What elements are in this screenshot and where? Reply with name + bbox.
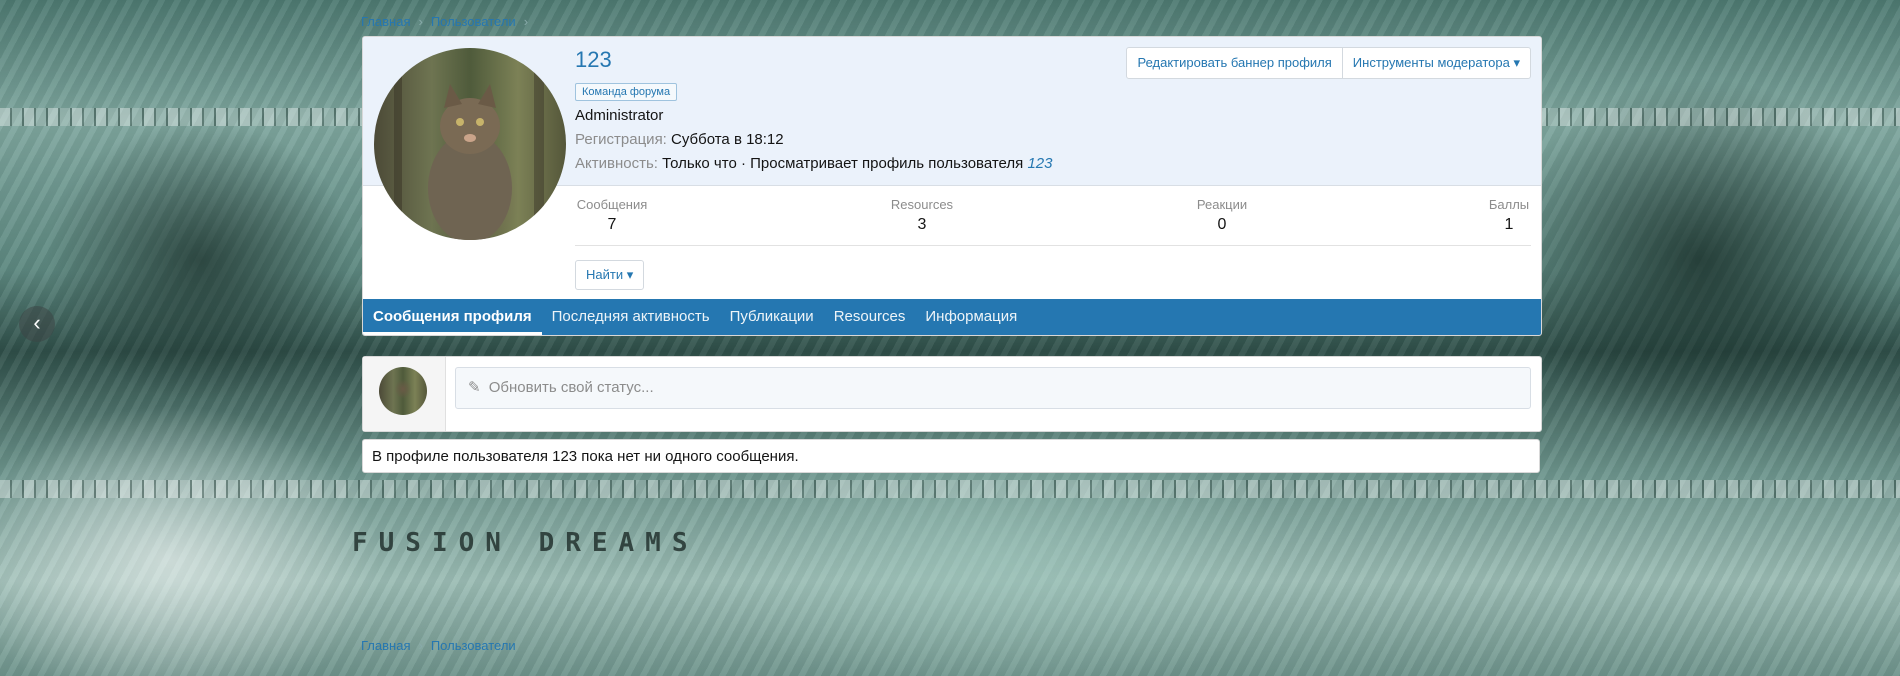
avatar-small[interactable] xyxy=(379,367,427,415)
caret-down-icon: ▾ xyxy=(626,267,634,282)
activity-link[interactable]: 123 xyxy=(1027,155,1052,172)
profile-page: { "breadcrumb": { "home": "Главная", "us… xyxy=(0,0,1900,676)
staff-badge: Команда форума xyxy=(575,83,678,101)
caret-down-icon: ▾ xyxy=(1513,55,1520,70)
breadcrumb-separator-icon: › xyxy=(523,14,529,29)
stat-resources[interactable]: Resources 3 xyxy=(890,197,954,234)
status-placeholder: Обновить свой статус... xyxy=(488,379,654,396)
find-button-label: Найти xyxy=(586,267,624,282)
profile-tabs: Сообщения профиля Последняя активность П… xyxy=(363,299,1541,335)
status-update-card: ✎ Обновить свой статус... xyxy=(362,356,1542,432)
stat-value: 7 xyxy=(607,216,617,233)
breadcrumb-separator-icon: › xyxy=(418,14,423,29)
profile-username[interactable]: 123 xyxy=(575,47,612,73)
breadcrumb-top: Главная › Пользователи › xyxy=(361,14,536,29)
activity-label: Активность: xyxy=(575,155,658,172)
tab-latest-activity[interactable]: Последняя активность xyxy=(542,299,720,335)
empty-message: В профиле пользователя 123 пока нет ни о… xyxy=(362,439,1540,473)
breadcrumb-separator-icon: › xyxy=(418,638,423,653)
stat-label: Resources xyxy=(890,197,954,212)
registration-value: Суббота в 18:12 xyxy=(671,131,784,148)
status-avatar-column xyxy=(363,357,446,431)
profile-card: 123 Команда форума Administrator Регистр… xyxy=(362,36,1542,336)
stat-points[interactable]: Баллы 1 xyxy=(1487,197,1531,234)
stat-messages[interactable]: Сообщения 7 xyxy=(575,197,649,234)
stat-value: 1 xyxy=(1504,216,1514,233)
find-button[interactable]: Найти ▾ xyxy=(575,260,645,290)
stat-value: 0 xyxy=(1217,216,1227,233)
profile-stats: Сообщения 7 Resources 3 Реакции 0 Баллы … xyxy=(575,197,1531,246)
stat-value: 3 xyxy=(917,216,927,233)
stat-label: Реакции xyxy=(1196,197,1248,212)
stat-reactions[interactable]: Реакции 0 xyxy=(1195,197,1249,234)
registration-line: Регистрация: Суббота в 18:12 xyxy=(575,131,784,148)
user-role: Administrator xyxy=(575,107,664,124)
stat-label: Баллы xyxy=(1488,197,1530,212)
registration-label: Регистрация: xyxy=(575,131,667,148)
pencil-icon: ✎ xyxy=(468,379,481,396)
breadcrumb-home[interactable]: Главная xyxy=(361,14,410,29)
activity-value: Только что · Просматривает профиль польз… xyxy=(662,155,1024,172)
activity-line: Активность: Только что · Просматривает п… xyxy=(575,155,1052,172)
status-input[interactable]: ✎ Обновить свой статус... xyxy=(455,367,1531,409)
moderator-tools-button[interactable]: Инструменты модератора ▾ xyxy=(1341,48,1530,78)
breadcrumb-bottom: Главная › Пользователи xyxy=(361,638,516,653)
breadcrumb-users[interactable]: Пользователи xyxy=(431,638,516,653)
cat-avatar-image xyxy=(394,48,544,240)
profile-actions: Редактировать баннер профиля Инструменты… xyxy=(1126,47,1531,79)
tab-about[interactable]: Информация xyxy=(915,299,1027,335)
moderator-tools-label: Инструменты модератора xyxy=(1352,55,1510,70)
breadcrumb-users[interactable]: Пользователи xyxy=(431,14,516,29)
tab-postings[interactable]: Публикации xyxy=(720,299,824,335)
tab-profile-posts[interactable]: Сообщения профиля xyxy=(363,299,542,335)
background-chain-bottom xyxy=(0,480,1900,498)
breadcrumb-home[interactable]: Главная xyxy=(361,638,410,653)
tab-resources[interactable]: Resources xyxy=(824,299,916,335)
chevron-left-icon[interactable]: ‹ xyxy=(19,306,55,342)
banner-text: FUSION DREAMS xyxy=(352,528,699,558)
avatar[interactable] xyxy=(374,48,566,240)
stat-label: Сообщения xyxy=(576,197,648,212)
edit-banner-button[interactable]: Редактировать баннер профиля xyxy=(1127,48,1341,78)
